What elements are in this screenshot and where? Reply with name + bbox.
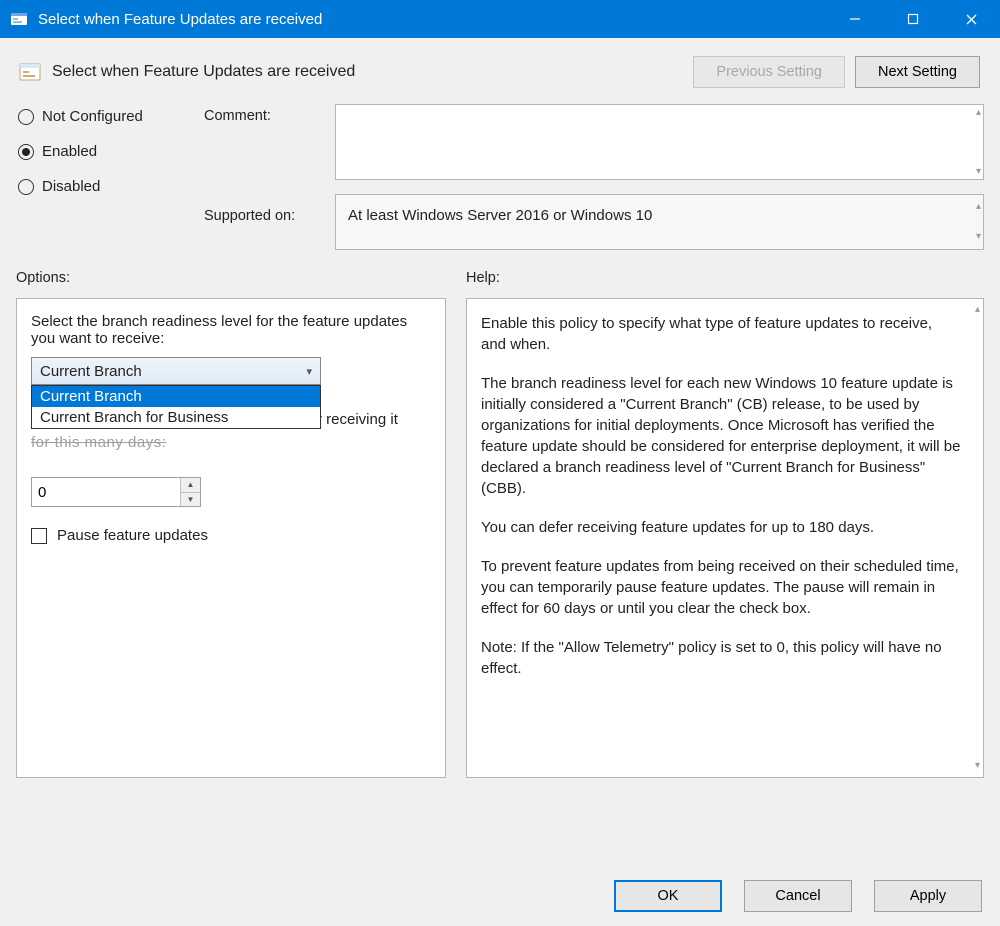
defer-days-input[interactable]: [32, 478, 180, 506]
ok-button[interactable]: OK: [614, 880, 722, 912]
chevron-down-icon: ▾: [306, 365, 312, 378]
scroll-down-icon[interactable]: ▾: [976, 166, 981, 177]
radio-label: Enabled: [42, 143, 97, 160]
pause-checkbox-label: Pause feature updates: [57, 527, 208, 544]
branch-dropdown-list[interactable]: Current Branch Current Branch for Busine…: [31, 385, 321, 429]
spinner-down-icon[interactable]: ▼: [181, 493, 200, 507]
defer-label-fragment2: for this many days:: [31, 434, 166, 451]
defer-label-fragment1: r receiving it: [317, 409, 398, 430]
window-title: Select when Feature Updates are received: [38, 11, 826, 28]
scroll-up-icon[interactable]: ▴: [976, 107, 981, 118]
branch-option-current-branch[interactable]: Current Branch: [32, 386, 320, 407]
radio-icon: [18, 179, 34, 195]
titlebar[interactable]: Select when Feature Updates are received: [0, 0, 1000, 38]
options-section-label: Options:: [16, 270, 446, 286]
checkbox-icon: [31, 528, 47, 544]
branch-dropdown-value: Current Branch: [40, 363, 142, 380]
branch-dropdown[interactable]: Current Branch ▾: [31, 357, 321, 385]
help-paragraph: The branch readiness level for each new …: [481, 373, 961, 499]
branch-option-current-branch-business[interactable]: Current Branch for Business: [32, 407, 320, 428]
page-title: Select when Feature Updates are received: [52, 63, 683, 81]
next-setting-button[interactable]: Next Setting: [855, 56, 980, 88]
previous-setting-button: Previous Setting: [693, 56, 845, 88]
branch-prompt: Select the branch readiness level for th…: [31, 313, 431, 347]
radio-label: Disabled: [42, 178, 100, 195]
minimize-button[interactable]: [826, 0, 884, 38]
help-paragraph: You can defer receiving feature updates …: [481, 517, 961, 538]
scroll-up-icon[interactable]: ▴: [976, 197, 981, 217]
maximize-button[interactable]: [884, 0, 942, 38]
comment-field[interactable]: ▴ ▾: [335, 104, 984, 180]
help-paragraph: Enable this policy to specify what type …: [481, 313, 961, 355]
pause-feature-updates-checkbox[interactable]: Pause feature updates: [31, 527, 431, 544]
scroll-down-icon[interactable]: ▾: [975, 759, 980, 773]
help-pane: ▴ Enable this policy to specify what typ…: [466, 298, 984, 778]
scroll-up-icon[interactable]: ▴: [975, 303, 980, 317]
help-paragraph: To prevent feature updates from being re…: [481, 556, 961, 619]
radio-enabled[interactable]: Enabled: [18, 143, 198, 160]
radio-icon: [18, 109, 34, 125]
supported-on-field: At least Windows Server 2016 or Windows …: [335, 194, 984, 250]
comment-label: Comment:: [204, 108, 329, 208]
apply-button[interactable]: Apply: [874, 880, 982, 912]
supported-on-label: Supported on:: [204, 208, 329, 224]
options-pane: Select the branch readiness level for th…: [16, 298, 446, 778]
supported-on-value: At least Windows Server 2016 or Windows …: [348, 207, 652, 224]
scroll-down-icon[interactable]: ▾: [976, 227, 981, 247]
radio-not-configured[interactable]: Not Configured: [18, 108, 198, 125]
help-paragraph: Note: If the "Allow Telemetry" policy is…: [481, 637, 961, 679]
close-button[interactable]: [942, 0, 1000, 38]
spinner-up-icon[interactable]: ▲: [181, 478, 200, 493]
radio-disabled[interactable]: Disabled: [18, 178, 198, 195]
radio-icon: [18, 144, 34, 160]
cancel-button[interactable]: Cancel: [744, 880, 852, 912]
help-section-label: Help:: [466, 270, 984, 286]
app-icon: [10, 10, 28, 28]
radio-label: Not Configured: [42, 108, 143, 125]
policy-icon: [18, 60, 42, 84]
defer-days-spinner[interactable]: ▲ ▼: [31, 477, 201, 507]
